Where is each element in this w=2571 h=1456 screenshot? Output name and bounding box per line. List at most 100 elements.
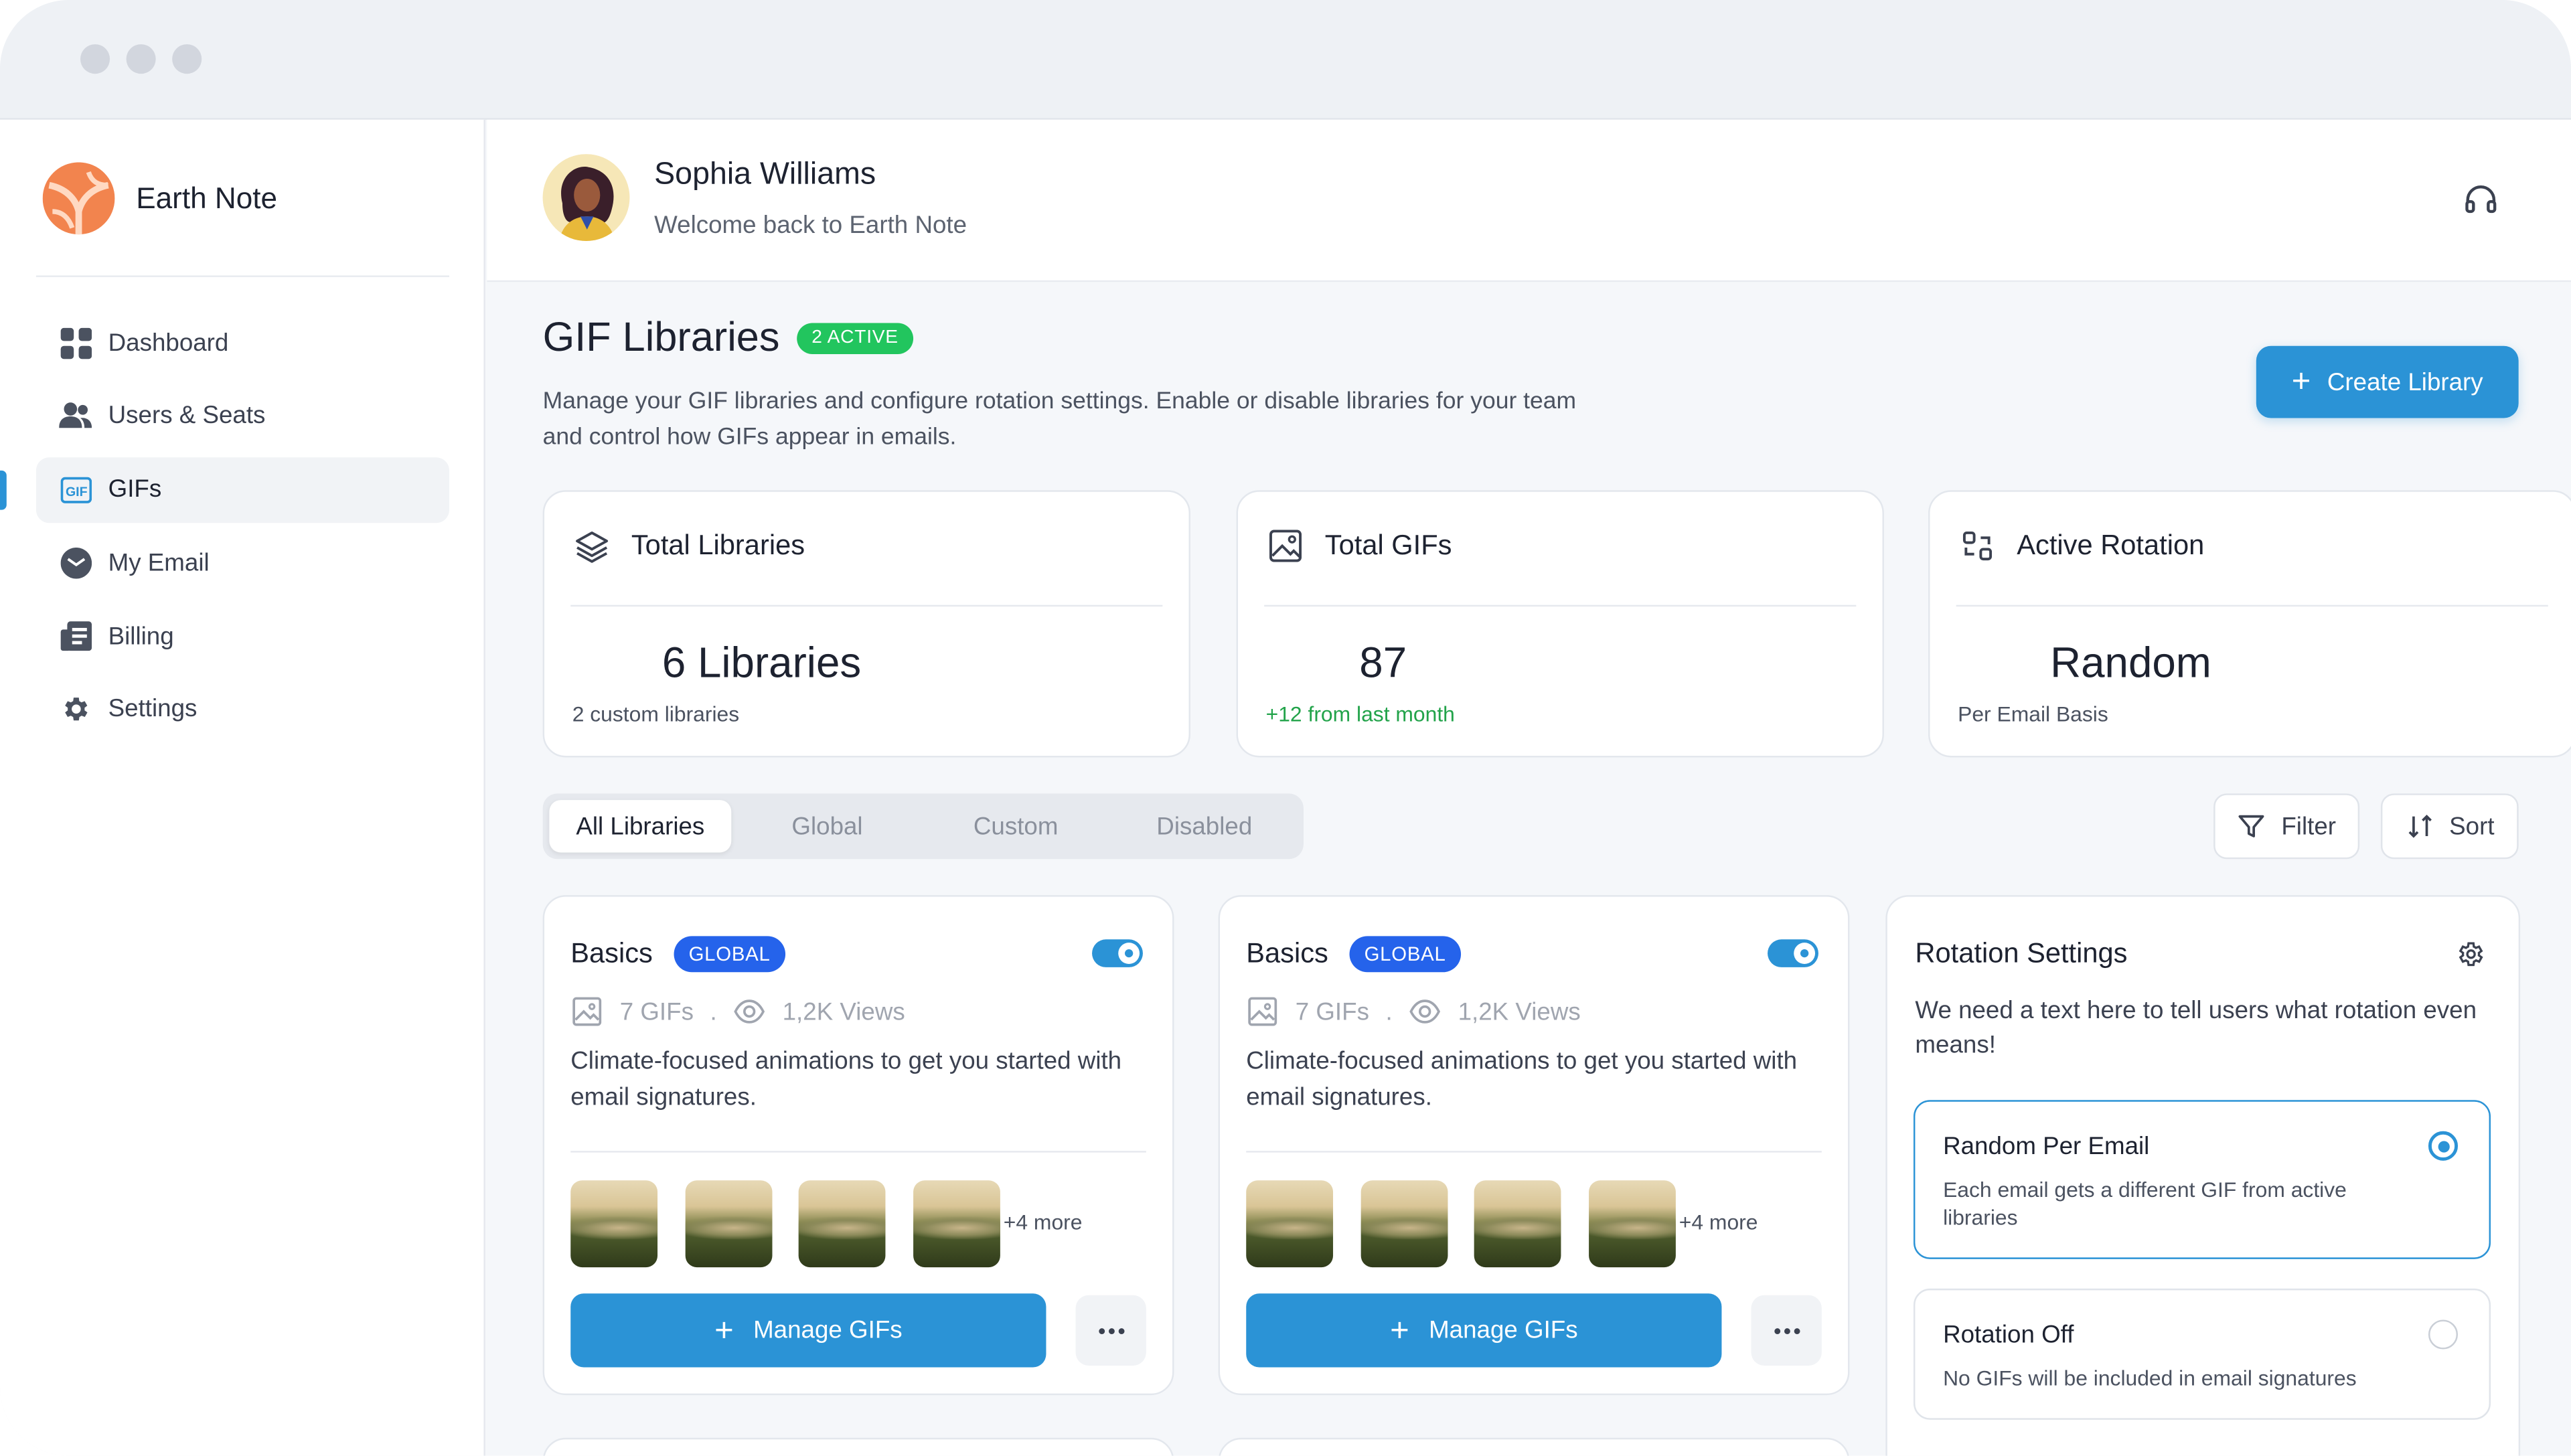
brand[interactable]: Earth Note <box>42 162 277 235</box>
stat-divider <box>1264 604 1857 607</box>
tab-disabled[interactable]: Disabled <box>1111 800 1297 852</box>
library-card-partial[interactable] <box>1218 1437 1850 1456</box>
gif-thumbnail[interactable] <box>1474 1180 1561 1268</box>
view-count: 1,2K Views <box>782 997 905 1026</box>
radio-unselected[interactable] <box>2428 1319 2459 1350</box>
stat-divider <box>1956 604 2548 607</box>
sidebar-item-users-seats[interactable]: Users & Seats <box>36 384 449 449</box>
view-count: 1,2K Views <box>1458 997 1581 1026</box>
more-options-button[interactable] <box>1075 1295 1146 1366</box>
rotation-title: Rotation Settings <box>1915 937 2128 969</box>
mail-icon <box>59 546 92 579</box>
radio-selected[interactable] <box>2428 1131 2459 1161</box>
library-enabled-toggle[interactable] <box>1768 939 1818 967</box>
manage-gifs-label: Manage GIFs <box>1429 1316 1578 1345</box>
window-maximize-dot[interactable] <box>172 44 202 74</box>
library-card[interactable]: Basics GLOBAL 7 GIFs . 1,2K Views Climat… <box>542 895 1174 1396</box>
gear-icon[interactable] <box>2457 939 2486 969</box>
active-count-badge: 2 ACTIVE <box>797 323 913 354</box>
sidebar-item-gifs[interactable]: GIF GIFs <box>0 457 450 523</box>
ellipsis-icon <box>1774 1327 1800 1333</box>
active-indicator <box>0 469 7 509</box>
image-icon <box>572 997 602 1026</box>
sidebar-item-label: Billing <box>108 622 174 651</box>
stat-value: Random <box>2050 637 2211 687</box>
more-gifs-count[interactable]: +4 more <box>1004 1210 1083 1234</box>
gif-thumbnail[interactable] <box>1589 1180 1676 1268</box>
layers-icon <box>576 531 609 563</box>
library-card-partial[interactable] <box>542 1437 1174 1456</box>
create-library-button[interactable]: + Create Library <box>2256 345 2519 418</box>
library-enabled-toggle[interactable] <box>1092 939 1143 967</box>
tab-all-libraries[interactable]: All Libraries <box>549 800 732 853</box>
library-description: Climate-focused animations to get you st… <box>570 1047 1122 1112</box>
rotation-option-description: Each email gets a different GIF from act… <box>1943 1177 2347 1230</box>
users-icon <box>59 400 92 432</box>
meta-separator: . <box>1385 997 1393 1026</box>
gif-thumbnail[interactable] <box>798 1180 886 1268</box>
sort-icon <box>2408 815 2432 838</box>
sidebar-item-label: Users & Seats <box>108 402 266 430</box>
window-close-dot[interactable] <box>80 44 110 74</box>
gif-thumbnail[interactable] <box>913 1180 1000 1268</box>
stat-subtext: Per Email Basis <box>1958 702 2108 726</box>
top-header: Sophia Williams Welcome back to Earth No… <box>487 119 2571 282</box>
library-title: Basics <box>570 937 653 969</box>
stat-card-total-gifs: Total GIFs 87 +12 from last month <box>1236 490 1884 758</box>
window-minimize-dot[interactable] <box>126 44 156 74</box>
stat-label: Total Libraries <box>631 530 805 561</box>
gif-icon: GIF <box>59 473 92 506</box>
rotation-option-random-per-email[interactable]: Random Per Email Each email gets a diffe… <box>1913 1100 2491 1259</box>
rotation-option-off[interactable]: Rotation Off No GIFs will be included in… <box>1913 1288 2491 1420</box>
rotation-option-title: Random Per Email <box>1943 1133 2150 1161</box>
gif-thumbnail[interactable] <box>1360 1180 1448 1268</box>
stat-label: Active Rotation <box>2017 530 2205 561</box>
sidebar-item-my-email[interactable]: My Email <box>36 530 449 596</box>
sidebar-item-dashboard[interactable]: Dashboard <box>36 310 449 376</box>
gif-count: 7 GIFs <box>1295 997 1369 1026</box>
tab-global[interactable]: Global <box>736 800 919 852</box>
library-meta: 7 GIFs . 1,2K Views <box>570 995 905 1028</box>
library-title: Basics <box>1246 937 1328 969</box>
plus-icon: + <box>1390 1312 1409 1349</box>
app-name: Earth Note <box>136 181 277 214</box>
sort-button[interactable]: Sort <box>2380 793 2519 860</box>
title-bar <box>0 0 2571 120</box>
library-meta: 7 GIFs . 1,2K Views <box>1246 995 1581 1028</box>
sidebar-divider <box>35 275 450 277</box>
sidebar: Earth Note Dashboard Users & Seats GIF G… <box>0 119 485 1456</box>
billing-icon <box>59 620 92 653</box>
gif-count: 7 GIFs <box>619 997 694 1026</box>
tab-custom[interactable]: Custom <box>923 800 1109 852</box>
avatar[interactable] <box>542 154 630 242</box>
app-window: Earth Note Dashboard Users & Seats GIF G… <box>0 0 2571 1456</box>
sidebar-item-billing[interactable]: Billing <box>36 604 449 669</box>
more-gifs-count[interactable]: +4 more <box>1679 1210 1758 1234</box>
manage-gifs-button[interactable]: + Manage GIFs <box>570 1293 1046 1368</box>
stat-card-total-libraries: Total Libraries 6 Libraries 2 custom lib… <box>542 490 1190 758</box>
gif-thumbnail[interactable] <box>570 1180 658 1268</box>
manage-gifs-button[interactable]: + Manage GIFs <box>1246 1293 1722 1368</box>
sidebar-item-label: My Email <box>108 549 210 577</box>
library-card[interactable]: Basics GLOBAL 7 GIFs . 1,2K Views Climat… <box>1218 895 1850 1396</box>
create-library-label: Create Library <box>2327 368 2483 396</box>
image-icon <box>1269 530 1302 562</box>
page-description: Manage your GIF libraries and configure … <box>542 388 1577 451</box>
plus-icon: + <box>714 1312 734 1349</box>
more-options-button[interactable] <box>1751 1295 1822 1366</box>
gif-thumbnail[interactable] <box>685 1180 773 1268</box>
sidebar-item-settings[interactable]: Settings <box>36 677 449 742</box>
rotation-icon <box>1962 531 1993 561</box>
gif-thumbnail[interactable] <box>1246 1180 1334 1268</box>
eye-icon <box>1409 999 1441 1024</box>
rotation-option-description: No GIFs will be included in email signat… <box>1943 1366 2357 1390</box>
earth-note-logo-icon <box>42 162 115 235</box>
stat-card-active-rotation: Active Rotation Random Per Email Basis <box>1928 490 2571 758</box>
filter-label: Filter <box>2281 812 2337 841</box>
library-description: Climate-focused animations to get you st… <box>1246 1047 1798 1112</box>
user-name: Sophia Williams <box>654 157 876 192</box>
headphones-icon[interactable] <box>2463 182 2499 218</box>
rotation-option-title: Rotation Off <box>1943 1321 2074 1350</box>
image-icon <box>1248 997 1277 1026</box>
filter-button[interactable]: Filter <box>2213 793 2360 860</box>
